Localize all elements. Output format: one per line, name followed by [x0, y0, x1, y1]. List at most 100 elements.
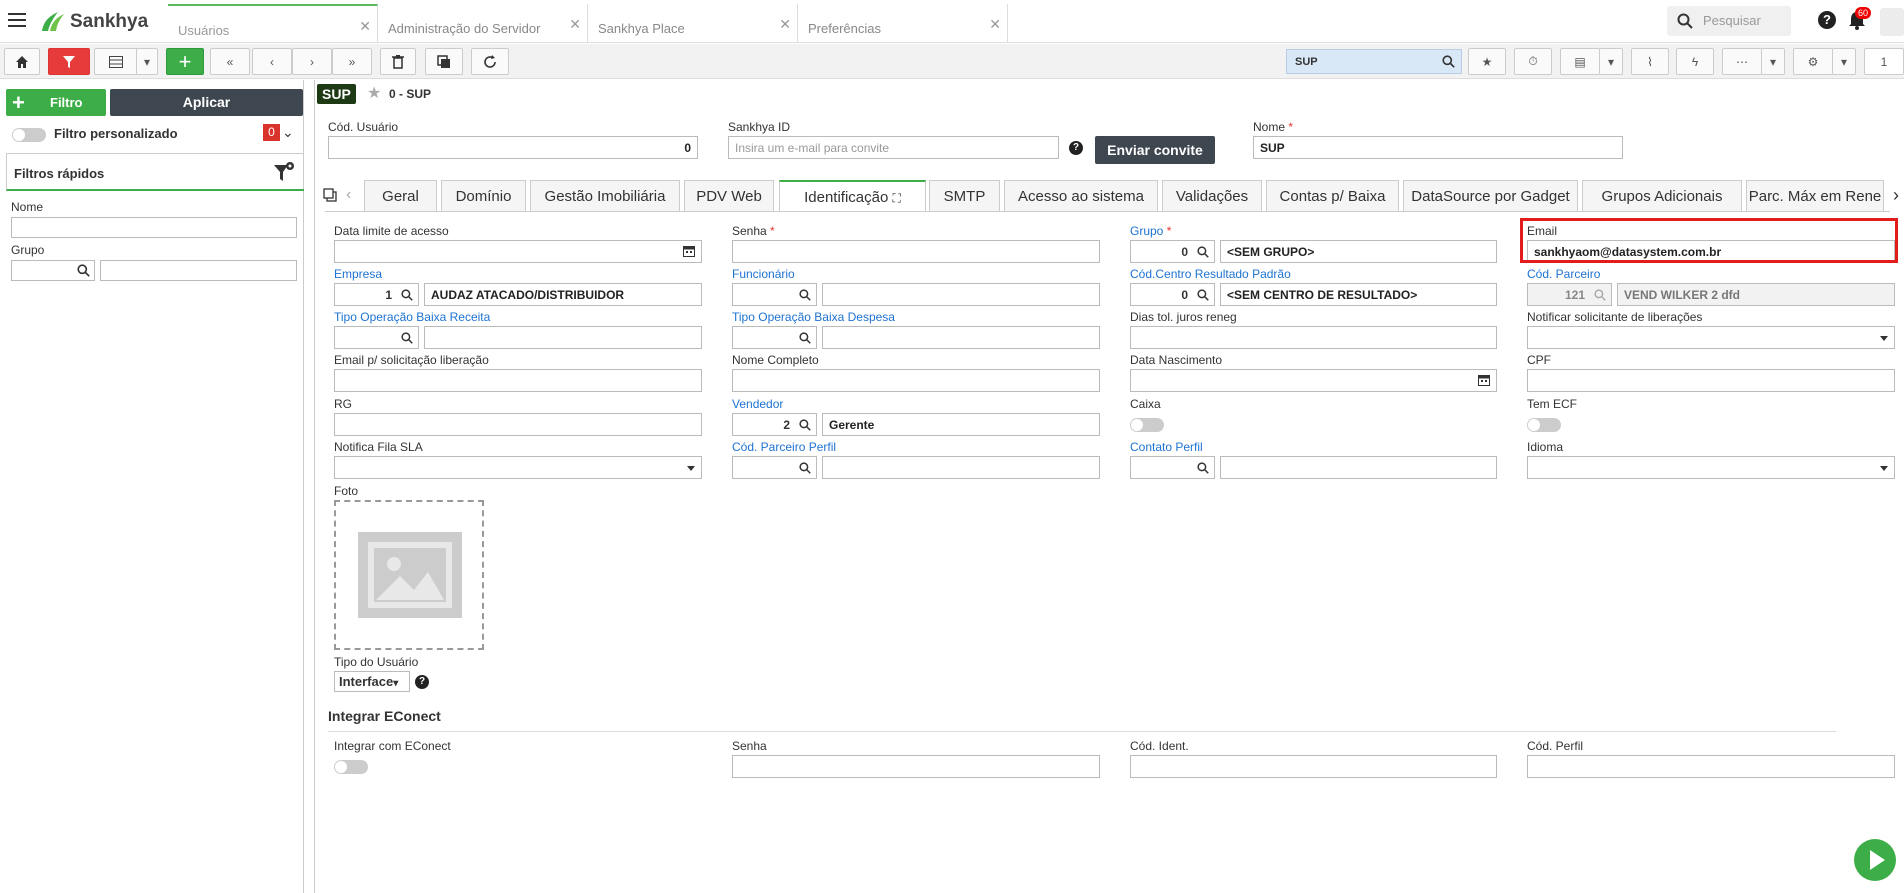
chevron-down-icon[interactable]: ⌄: [282, 124, 294, 141]
help-icon[interactable]: ?: [1069, 141, 1083, 155]
help-icon[interactable]: ?: [415, 675, 429, 689]
nome-input[interactable]: SUP: [1253, 136, 1623, 159]
grid-view-button[interactable]: [94, 48, 138, 75]
add-filter-button[interactable]: + Filtro: [6, 89, 106, 116]
idioma-select[interactable]: [1527, 456, 1895, 479]
cod-parc-perfil-desc-input[interactable]: [822, 456, 1100, 479]
funcionario-code-input[interactable]: [732, 283, 817, 306]
attachment-button[interactable]: ⌇: [1631, 48, 1669, 75]
tab-smtp[interactable]: SMTP: [929, 180, 1000, 211]
more-button[interactable]: ⋯: [1722, 48, 1762, 75]
funcionario-desc-input[interactable]: [822, 283, 1100, 306]
reports-dropdown[interactable]: ▾: [1599, 48, 1623, 75]
tipo-op-receita-code-input[interactable]: [334, 326, 419, 349]
tab-geral[interactable]: Geral: [364, 180, 437, 211]
search-icon[interactable]: [799, 419, 811, 431]
tab-contas-baixa[interactable]: Contas p/ Baixa: [1266, 180, 1399, 211]
grupo-label-wrap[interactable]: Grupo *: [1130, 224, 1171, 238]
expand-icon[interactable]: ⛶: [893, 191, 901, 205]
reports-button[interactable]: ▤: [1560, 48, 1600, 75]
tabs-scroll-left-icon[interactable]: ‹: [346, 186, 351, 204]
tipo-op-despesa-desc-input[interactable]: [822, 326, 1100, 349]
cod-centro-label[interactable]: Cód.Centro Resultado Padrão: [1130, 267, 1291, 281]
calendar-icon[interactable]: [1478, 374, 1490, 386]
contato-perfil-code-input[interactable]: [1130, 456, 1215, 479]
grupo-code-input[interactable]: 0: [1130, 240, 1215, 263]
filter-nome-input[interactable]: [11, 217, 297, 238]
cod-parceiro-label[interactable]: Cód. Parceiro: [1527, 267, 1600, 281]
apply-button[interactable]: Aplicar: [110, 89, 303, 116]
favorite-button[interactable]: ★: [1468, 48, 1506, 75]
search-icon[interactable]: [1197, 289, 1209, 301]
settings-dropdown[interactable]: ▾: [1832, 48, 1856, 75]
search-icon[interactable]: [799, 462, 811, 474]
search-icon[interactable]: [401, 289, 413, 301]
tipo-op-despesa-code-input[interactable]: [732, 326, 817, 349]
help-icon[interactable]: ?: [1818, 11, 1836, 29]
data-nasc-input[interactable]: [1130, 369, 1497, 392]
search-icon[interactable]: [77, 264, 90, 277]
search-icon[interactable]: [799, 332, 811, 344]
star-icon[interactable]: ★: [367, 83, 381, 103]
settings-button[interactable]: ⚙: [1793, 48, 1833, 75]
caixa-toggle[interactable]: [1130, 418, 1164, 432]
tab-preferencias[interactable]: Preferências ✕: [798, 4, 1008, 43]
actions-button[interactable]: ϟ: [1676, 48, 1714, 75]
tab-identificacao[interactable]: Identificação ⛶: [779, 180, 926, 212]
close-icon[interactable]: ✕: [359, 18, 371, 35]
tab-datasource-gadget[interactable]: DataSource por Gadget: [1403, 180, 1578, 211]
close-icon[interactable]: ✕: [989, 16, 1001, 33]
avatar[interactable]: [1880, 8, 1904, 36]
custom-filter-toggle[interactable]: [12, 128, 46, 142]
filter-grupo-desc-input[interactable]: [100, 260, 297, 281]
tem-ecf-toggle[interactable]: [1527, 418, 1561, 432]
vendedor-desc-input[interactable]: Gerente: [822, 413, 1100, 436]
first-record-button[interactable]: «: [210, 48, 250, 75]
cod-parc-perfil-code-input[interactable]: [732, 456, 817, 479]
close-icon[interactable]: ✕: [779, 16, 791, 33]
tab-sankhya-place[interactable]: Sankhya Place ✕: [588, 4, 798, 43]
econect-cod-perfil-input[interactable]: [1527, 755, 1895, 778]
tab-pdv-web[interactable]: PDV Web: [684, 180, 774, 211]
econect-cod-ident-input[interactable]: [1130, 755, 1497, 778]
empresa-code-input[interactable]: 1: [334, 283, 419, 306]
empresa-label[interactable]: Empresa: [334, 267, 382, 281]
notificar-solic-select[interactable]: [1527, 326, 1895, 349]
tab-parc-max-rene[interactable]: Parc. Máx em Rene: [1746, 180, 1884, 211]
vendedor-code-input[interactable]: 2: [732, 413, 817, 436]
tab-acesso-sistema[interactable]: Acesso ao sistema: [1004, 180, 1158, 211]
contato-perfil-label[interactable]: Contato Perfil: [1130, 440, 1203, 454]
search-icon[interactable]: [401, 332, 413, 344]
search-icon[interactable]: [799, 289, 811, 301]
senha-input[interactable]: [732, 240, 1100, 263]
search-icon[interactable]: [1197, 246, 1209, 258]
timer-button[interactable]: ⏱: [1514, 48, 1552, 75]
sankhya-id-input[interactable]: Insira um e-mail para convite: [728, 136, 1059, 159]
tipo-op-despesa-label[interactable]: Tipo Operação Baixa Despesa: [732, 310, 895, 324]
tipo-op-receita-label[interactable]: Tipo Operação Baixa Receita: [334, 310, 490, 324]
tab-gestao-imobiliaria[interactable]: Gestão Imobiliária: [530, 180, 680, 211]
photo-upload[interactable]: [334, 500, 484, 650]
home-button[interactable]: [4, 48, 40, 75]
cod-centro-code-input[interactable]: 0: [1130, 283, 1215, 306]
copy-tabs-icon[interactable]: [323, 188, 337, 202]
notifica-fila-select[interactable]: [334, 456, 702, 479]
tab-usuarios[interactable]: Usuários ✕: [168, 4, 378, 43]
funcionario-label[interactable]: Funcionário: [732, 267, 795, 281]
vendedor-label[interactable]: Vendedor: [732, 397, 783, 411]
contato-perfil-desc-input[interactable]: [1220, 456, 1497, 479]
rg-input[interactable]: [334, 413, 702, 436]
play-button[interactable]: [1854, 839, 1896, 881]
empresa-desc-input[interactable]: AUDAZ ATACADO/DISTRIBUIDOR: [424, 283, 702, 306]
delete-button[interactable]: [380, 48, 416, 75]
page-number[interactable]: 1: [1864, 48, 1904, 75]
menu-icon[interactable]: [8, 13, 26, 27]
duplicate-button[interactable]: [425, 48, 463, 75]
more-dropdown[interactable]: ▾: [1761, 48, 1785, 75]
next-record-button[interactable]: ›: [292, 48, 332, 75]
search-icon[interactable]: [1197, 462, 1209, 474]
tabs-scroll-right-icon[interactable]: ›: [1893, 185, 1899, 206]
send-invite-button[interactable]: Enviar convite: [1095, 136, 1215, 164]
last-record-button[interactable]: »: [332, 48, 372, 75]
add-button[interactable]: +: [166, 48, 204, 75]
